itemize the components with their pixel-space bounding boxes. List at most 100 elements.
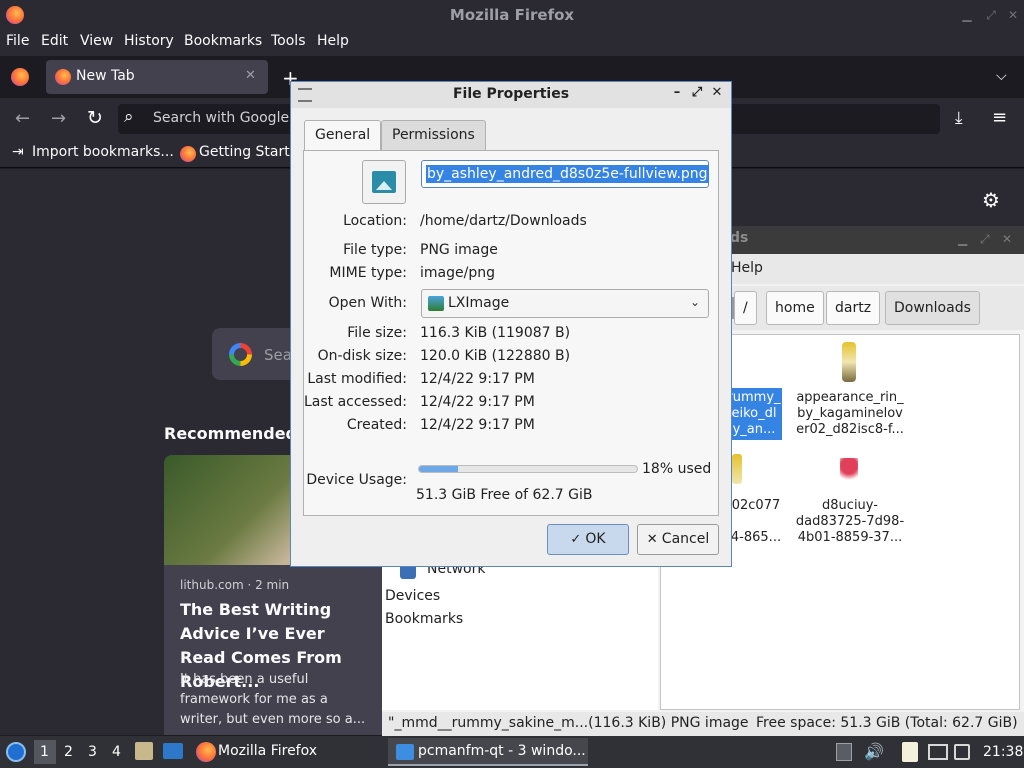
folder-task-icon	[396, 744, 414, 760]
clipboard-icon[interactable]	[902, 742, 918, 762]
import-bookmarks-icon: ⇥	[12, 144, 24, 160]
file-size-label: File size:	[347, 325, 407, 341]
tab-permissions[interactable]: Permissions	[381, 120, 486, 150]
lximage-icon	[428, 296, 444, 311]
cancel-button[interactable]: ✕ Cancel	[637, 524, 719, 555]
hamburger-menu-icon[interactable]: ≡	[992, 107, 1007, 128]
download-icon[interactable]: ⤓	[955, 108, 963, 128]
status-bar: "_mmd__rummy_sakine_m...(116.3 KiB) PNG …	[382, 712, 1024, 736]
file-label-line: 02c077	[731, 498, 781, 513]
file-label-line: rummy_	[727, 390, 781, 405]
task-firefox-label: Mozilla Firefox	[218, 743, 318, 759]
crumb-home[interactable]: home	[766, 291, 824, 325]
side-item-devices[interactable]: Devices	[385, 588, 440, 604]
tab-general[interactable]: General	[304, 120, 382, 150]
menu-edit[interactable]: Edit	[41, 33, 68, 49]
reload-icon[interactable]: ↻	[87, 107, 103, 129]
file-item[interactable]: appearance_rin_ by_kagaminelov er02_d82i…	[790, 340, 910, 440]
google-search-box[interactable]: Sea	[212, 328, 302, 380]
desktop-3[interactable]: 3	[88, 744, 97, 760]
tab-close-icon[interactable]: ✕	[245, 68, 256, 83]
chevron-down-icon: ⌄	[690, 295, 701, 309]
fm-close-icon[interactable]: ✕	[1002, 232, 1012, 246]
fm-maximize-icon[interactable]: ⤢	[980, 232, 990, 247]
menu-tools[interactable]: Tools	[271, 33, 306, 49]
fm-minimize-icon[interactable]: ▁	[958, 232, 967, 246]
tab-label: New Tab	[76, 68, 135, 84]
task-firefox[interactable]: Mozilla Firefox	[192, 738, 382, 766]
back-arrow-icon[interactable]: ←	[15, 108, 30, 129]
notifications-icon[interactable]	[954, 744, 970, 760]
network-tray-icon[interactable]	[928, 744, 948, 760]
last-accessed-label: Last accessed:	[303, 394, 407, 410]
task-filemanager[interactable]: pcmanfm-qt - 3 windo...	[388, 738, 588, 766]
forward-arrow-icon[interactable]: →	[51, 108, 66, 129]
start-menu-icon[interactable]	[6, 742, 26, 762]
bookmark-import[interactable]: Import bookmarks...	[32, 144, 174, 160]
menu-view[interactable]: View	[80, 33, 113, 49]
ondisk-size-value: 120.0 KiB (122880 B)	[420, 348, 571, 364]
minimize-icon[interactable]: ▁	[960, 8, 974, 22]
image-thumbnail-icon	[842, 342, 856, 382]
status-selection: "_mmd__rummy_sakine_m...(116.3 KiB) PNG …	[388, 715, 749, 731]
dialog-close-icon[interactable]: ✕	[710, 86, 724, 100]
check-icon: ✓	[570, 532, 586, 547]
file-label-line: d8uciuy-	[822, 498, 878, 513]
gear-icon[interactable]: ⚙	[982, 188, 1000, 212]
file-size-value: 116.3 KiB (119087 B)	[420, 325, 571, 341]
file-type-label: File type:	[343, 242, 407, 258]
crumb-root[interactable]: /	[734, 291, 757, 325]
open-with-select[interactable]: LXImage ⌄	[421, 289, 709, 318]
file-label-line: 4-865...	[730, 530, 782, 545]
device-usage-bar	[418, 465, 638, 473]
ok-label: OK	[585, 531, 606, 547]
menu-help[interactable]: Help	[317, 33, 349, 49]
list-tabs-chevron-icon[interactable]: ⌵	[996, 68, 1007, 84]
show-desktop-icon[interactable]	[163, 743, 183, 759]
usage-percent-text: 18% used	[642, 461, 712, 477]
crumb-downloads[interactable]: Downloads	[885, 291, 980, 325]
file-label-line: by_kagaminelov	[797, 406, 903, 421]
volume-icon[interactable]: 🔊	[864, 742, 884, 761]
tab-favicon-icon	[55, 69, 71, 85]
tab-new-tab[interactable]: New Tab ✕	[46, 60, 268, 94]
file-icon-button[interactable]	[362, 160, 406, 204]
clock: 21:38	[983, 744, 1024, 760]
close-icon[interactable]: ✕	[1006, 8, 1020, 22]
image-thumbnail-icon	[732, 454, 742, 484]
menu-history[interactable]: History	[124, 33, 174, 49]
task-fm-label: pcmanfm-qt - 3 windo...	[418, 743, 586, 759]
last-modified-label: Last modified:	[307, 371, 407, 387]
dialog-maximize-icon[interactable]: ⤢	[690, 86, 704, 100]
device-usage-label: Device Usage:	[306, 472, 407, 488]
desktop-4[interactable]: 4	[112, 744, 121, 760]
file-item[interactable]: rummy_ eiko_dl y_an...	[726, 388, 782, 440]
firefox-view-icon[interactable]	[11, 68, 29, 86]
created-label: Created:	[346, 417, 407, 433]
file-item[interactable]: 02c077 4-865...	[726, 452, 786, 552]
dialog-minimize-icon[interactable]: –	[670, 86, 684, 100]
maximize-icon[interactable]: ⤢	[984, 8, 998, 22]
ok-button[interactable]: ✓ OK	[547, 524, 629, 555]
mime-type-label: MIME type:	[329, 265, 407, 281]
file-label-line: appearance_rin_	[796, 390, 904, 405]
file-item[interactable]: d8uciuy- dad83725-7d98- 4b01-8859-37...	[790, 456, 910, 552]
side-panel: Network Devices Bookmarks	[382, 560, 658, 710]
crumb-dartz[interactable]: dartz	[826, 291, 881, 325]
bookmark-getting-started[interactable]: Getting Starte	[199, 144, 298, 160]
fm-menu-help[interactable]: Help	[731, 260, 763, 276]
file-label-line: dad83725-7d98-	[795, 514, 905, 529]
menu-bookmarks[interactable]: Bookmarks	[184, 33, 262, 49]
filemanager-menubar: Help	[720, 254, 1024, 284]
updates-tray-icon[interactable]	[836, 743, 852, 761]
menubar: File Edit View History Bookmarks Tools H…	[0, 30, 1024, 56]
side-item-bookmarks[interactable]: Bookmarks	[385, 611, 463, 627]
file-label-line: eiko_dl	[731, 406, 777, 421]
file-manager-launcher-icon[interactable]	[135, 742, 153, 760]
menu-file[interactable]: File	[6, 33, 29, 49]
filemanager-title: ds	[730, 230, 749, 246]
story-excerpt: It has been a useful framework for me as…	[180, 672, 366, 727]
last-modified-value: 12/4/22 9:17 PM	[420, 371, 535, 387]
desktop-2[interactable]: 2	[64, 744, 73, 760]
desktop-1[interactable]: 1	[40, 744, 49, 760]
